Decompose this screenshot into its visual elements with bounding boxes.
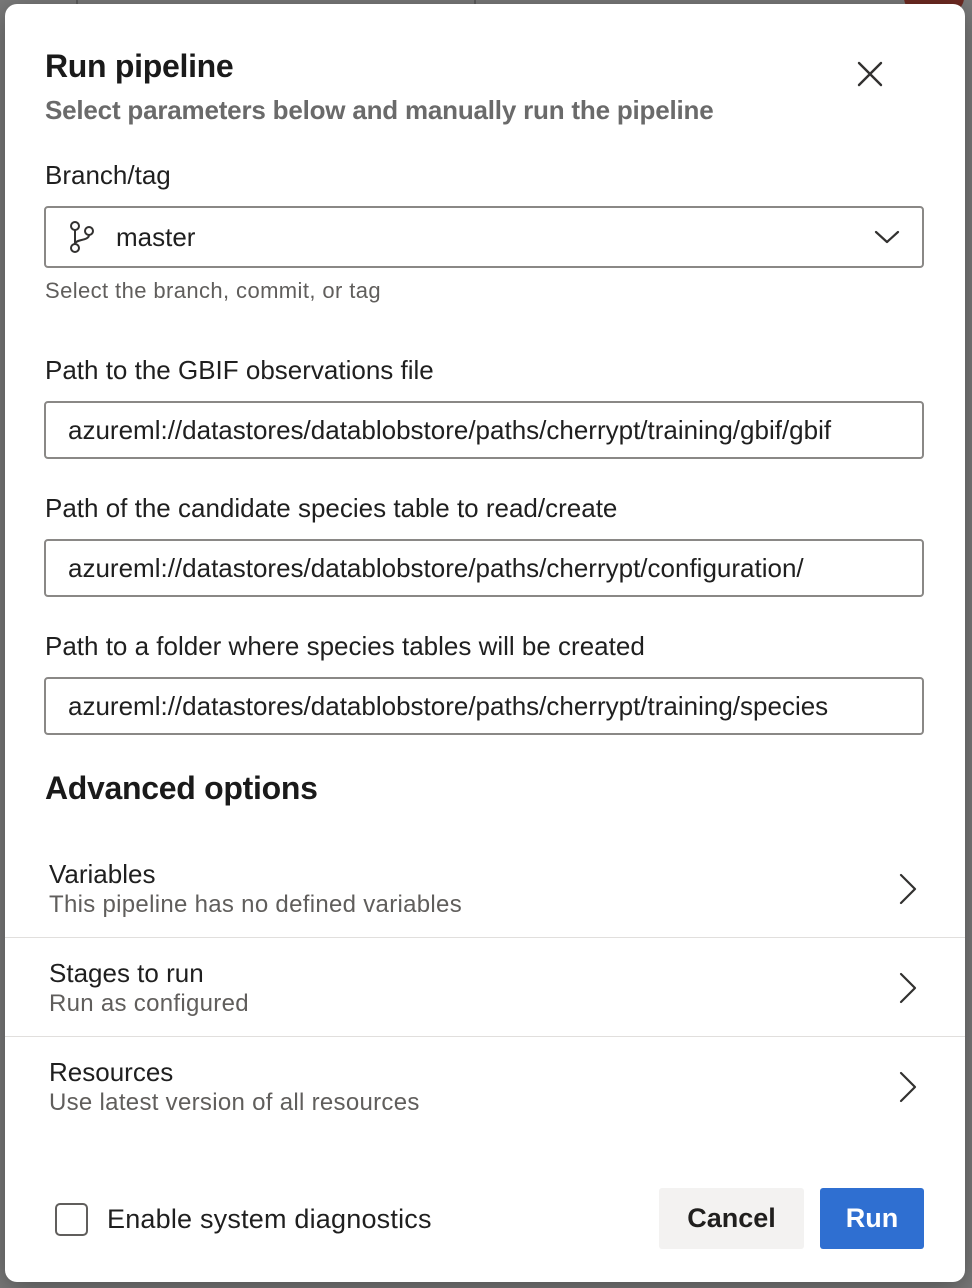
dialog-title: Run pipeline	[45, 48, 234, 84]
advanced-row-stages[interactable]: Stages to run Run as configured	[5, 938, 965, 1037]
chevron-right-icon	[893, 869, 923, 909]
chevron-down-icon	[872, 222, 902, 252]
advanced-options-heading: Advanced options	[45, 770, 318, 806]
advanced-row-subtitle: Run as configured	[49, 990, 249, 1017]
branch-select[interactable]: master	[44, 206, 924, 268]
advanced-row-title: Variables	[49, 859, 156, 889]
cancel-button[interactable]: Cancel	[659, 1188, 804, 1249]
advanced-row-subtitle: This pipeline has no defined variables	[49, 891, 462, 918]
gbif-path-label: Path to the GBIF observations file	[45, 355, 434, 385]
diagnostics-checkbox-label[interactable]: Enable system diagnostics	[107, 1204, 432, 1235]
chevron-right-icon	[893, 968, 923, 1008]
run-pipeline-dialog: Run pipeline Select parameters below and…	[5, 4, 965, 1282]
run-button[interactable]: Run	[820, 1188, 924, 1249]
species-tables-folder-label: Path to a folder where species tables wi…	[45, 631, 645, 661]
dialog-subtitle: Select parameters below and manually run…	[45, 95, 714, 125]
branch-select-value: master	[116, 221, 196, 252]
git-branch-icon	[68, 220, 100, 254]
close-icon	[857, 61, 883, 87]
advanced-row-subtitle: Use latest version of all resources	[49, 1089, 420, 1116]
candidate-species-path-input[interactable]	[44, 539, 924, 597]
diagnostics-checkbox[interactable]	[55, 1203, 88, 1236]
advanced-row-variables[interactable]: Variables This pipeline has no defined v…	[5, 839, 965, 938]
species-tables-folder-input[interactable]	[44, 677, 924, 735]
advanced-row-title: Resources	[49, 1057, 174, 1087]
gbif-path-input[interactable]	[44, 401, 924, 459]
branch-helper-text: Select the branch, commit, or tag	[45, 278, 382, 303]
advanced-row-title: Stages to run	[49, 958, 204, 988]
advanced-row-resources[interactable]: Resources Use latest version of all reso…	[5, 1037, 965, 1136]
close-button[interactable]	[845, 54, 895, 94]
chevron-right-icon	[893, 1067, 923, 1107]
candidate-species-path-label: Path of the candidate species table to r…	[45, 493, 618, 523]
branch-label: Branch/tag	[45, 160, 171, 190]
